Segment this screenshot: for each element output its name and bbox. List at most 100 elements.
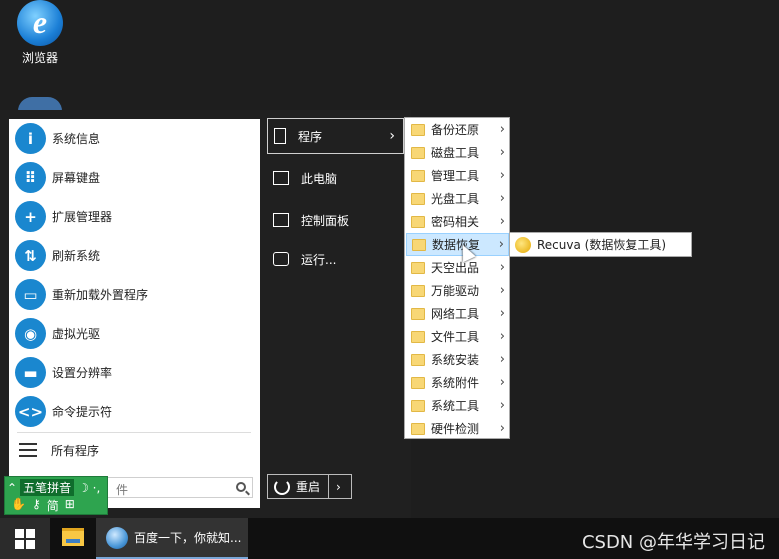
submenu-item-file-tools[interactable]: 文件工具 › [406, 325, 509, 348]
desktop-browser-label: 浏览器 [21, 51, 58, 65]
chevron-right-icon: › [499, 122, 505, 137]
disc-icon: ◉ [15, 318, 46, 349]
submenu-item-label: 天空出品 [431, 261, 480, 275]
menu-item-command-prompt[interactable]: <> 命令提示符 [9, 392, 260, 431]
plus-icon: + [15, 201, 46, 232]
menu-item-system-info[interactable]: i 系统信息 [9, 119, 260, 158]
folder-icon [411, 422, 425, 435]
submenu-item-accessories[interactable]: 系统附件 › [406, 371, 509, 394]
taskbar: 百度一下，你就知... CSDN @年华学习日记 [0, 518, 779, 559]
menu-item-screen-keyboard[interactable]: ⠿ 屏幕键盘 [9, 158, 260, 197]
all-programs-button[interactable]: 所有程序 [9, 435, 260, 465]
submenu-item-backup[interactable]: 备份还原 › [406, 118, 509, 141]
folder-icon [411, 215, 425, 228]
right-item-programs[interactable]: 程序 › [267, 118, 404, 154]
program-icon [274, 128, 286, 144]
submenu-item-system-tools[interactable]: 系统工具 › [406, 394, 509, 417]
folder-icon [411, 146, 425, 159]
folder-icon [411, 123, 425, 136]
submenu-item-admin-tools[interactable]: 管理工具 › [406, 164, 509, 187]
submenu-item-hardware[interactable]: 硬件检测 › [406, 417, 509, 440]
submenu-item-data-recovery[interactable]: 数据恢复 › [406, 233, 509, 256]
power-icon [274, 478, 290, 495]
submenu-item-sky-products[interactable]: 天空出品 › [406, 256, 509, 279]
menu-item-label: 刷新系统 [52, 249, 101, 263]
submenu-item-label: 系统工具 [431, 399, 480, 413]
chevron-right-icon: › [499, 168, 505, 183]
menu-item-resolution[interactable]: ▬ 设置分辨率 [9, 353, 260, 392]
right-item-this-pc[interactable]: 此电脑 [267, 160, 404, 196]
ie-icon: e [17, 0, 63, 46]
start-button[interactable] [0, 518, 50, 559]
hand-icon[interactable]: ✋ [11, 497, 26, 514]
divider [328, 475, 330, 498]
menu-item-virtual-drive[interactable]: ◉ 虚拟光驱 [9, 314, 260, 353]
chevron-right-icon: › [499, 214, 505, 229]
ime-symbols[interactable]: ☽ ·, [78, 481, 100, 495]
submenu-item-drivers[interactable]: 万能驱动 › [406, 279, 509, 302]
right-item-label: 控制面板 [301, 213, 350, 228]
menu-item-label: 命令提示符 [52, 405, 113, 419]
file-explorer-icon[interactable] [62, 528, 84, 546]
recuva-icon [515, 236, 531, 253]
refresh-icon: ⇅ [15, 240, 46, 271]
key-icon[interactable]: ⚷ [32, 497, 41, 514]
search-icon[interactable] [236, 482, 246, 492]
menu-item-label: 重新加载外置程序 [52, 288, 149, 302]
right-item-run[interactable]: 运行... [267, 241, 404, 277]
recuva-menu-item[interactable]: Recuva (数据恢复工具) [509, 232, 692, 257]
submenu-item-label: 系统安装 [431, 353, 480, 367]
watermark: CSDN @年华学习日记 [581, 532, 765, 553]
desktop-browser-shortcut[interactable]: e 浏览器 [14, 0, 66, 66]
program-submenu: 备份还原 › 磁盘工具 › 管理工具 › 光盘工具 › 密码相关 › 数据恢复 › 天空出品… [404, 117, 510, 439]
submenu-item-label: 系统附件 [431, 376, 480, 390]
all-programs-label: 所有程序 [51, 443, 100, 458]
submenu-item-network-tools[interactable]: 网络工具 › [406, 302, 509, 325]
ie-icon [106, 526, 128, 549]
grid-icon[interactable]: ⊞ [65, 497, 75, 514]
submenu-item-label: 密码相关 [431, 215, 480, 229]
folder-icon [412, 238, 426, 251]
box-icon: ▭ [15, 279, 46, 310]
submenu-item-label: 备份还原 [431, 123, 480, 137]
taskbar-browser-button[interactable]: 百度一下，你就知... [96, 518, 248, 559]
submenu-item-label: 硬件检测 [431, 422, 480, 436]
ime-name[interactable]: 五笔拼音 [20, 479, 75, 496]
menu-item-label: 设置分辨率 [52, 366, 113, 380]
submenu-item-label: 文件工具 [431, 330, 480, 344]
folder-icon [411, 284, 425, 297]
taskbar-window-title: 百度一下，你就知... [134, 531, 242, 545]
monitor-icon: ▬ [15, 357, 46, 388]
right-item-label: 程序 [298, 129, 323, 144]
submenu-item-password[interactable]: 密码相关 › [406, 210, 509, 233]
restart-button[interactable]: 重启 › [267, 474, 352, 499]
code-icon: <> [15, 396, 46, 427]
start-menu-left-panel: i 系统信息 ⠿ 屏幕键盘 + 扩展管理器 ⇅ 刷新系统 ▭ 重新加载外置程序 … [9, 119, 260, 508]
ime-mode[interactable]: 简 [47, 497, 59, 514]
menu-item-extension-manager[interactable]: + 扩展管理器 [9, 197, 260, 236]
search-placeholder: 件 [116, 483, 129, 497]
chevron-right-icon[interactable]: › [336, 480, 341, 494]
menu-item-label: 屏幕键盘 [52, 171, 101, 185]
chevron-right-icon: › [499, 352, 505, 367]
submenu-item-disk-tools[interactable]: 磁盘工具 › [406, 141, 509, 164]
chevron-right-icon: › [499, 283, 505, 298]
submenu-item-label: 网络工具 [431, 307, 480, 321]
chevron-up-icon[interactable]: ⌃ [7, 481, 17, 495]
submenu-item-optical-tools[interactable]: 光盘工具 › [406, 187, 509, 210]
menu-item-label: 扩展管理器 [52, 210, 113, 224]
submenu-item-label: 管理工具 [431, 169, 480, 183]
list-icon [19, 443, 37, 457]
menu-item-refresh-system[interactable]: ⇅ 刷新系统 [9, 236, 260, 275]
ime-toolbar[interactable]: ⌃ 五笔拼音 ☽ ·, ✋ ⚷ 简 ⊞ [4, 476, 108, 515]
desktop-partial-icon[interactable] [18, 97, 62, 111]
windows-icon [15, 528, 24, 538]
keyboard-icon: ⠿ [15, 162, 46, 193]
menu-item-reload-external[interactable]: ▭ 重新加载外置程序 [9, 275, 260, 314]
right-item-control-panel[interactable]: 控制面板 [267, 202, 404, 238]
submenu-item-system-install[interactable]: 系统安装 › [406, 348, 509, 371]
folder-icon [411, 353, 425, 366]
divider [17, 432, 251, 433]
run-icon [273, 252, 289, 266]
chevron-right-icon: › [499, 145, 505, 160]
